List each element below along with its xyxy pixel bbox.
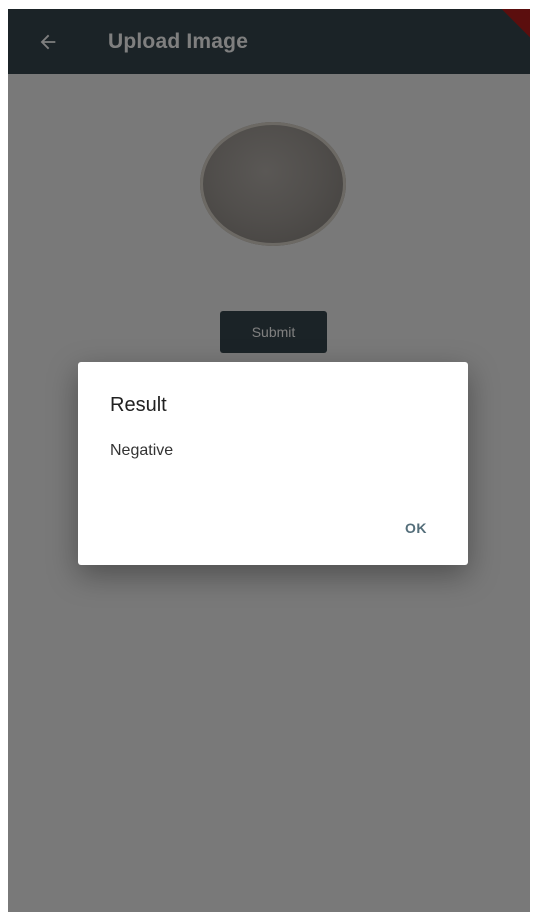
phone-screen: Upload Image Submit Result Negative OK — [8, 9, 530, 912]
ok-button[interactable]: OK — [386, 510, 446, 546]
dialog-title: Result — [110, 394, 167, 416]
dialog-message: Negative — [110, 442, 174, 459]
result-dialog: Result Negative OK — [78, 362, 468, 565]
